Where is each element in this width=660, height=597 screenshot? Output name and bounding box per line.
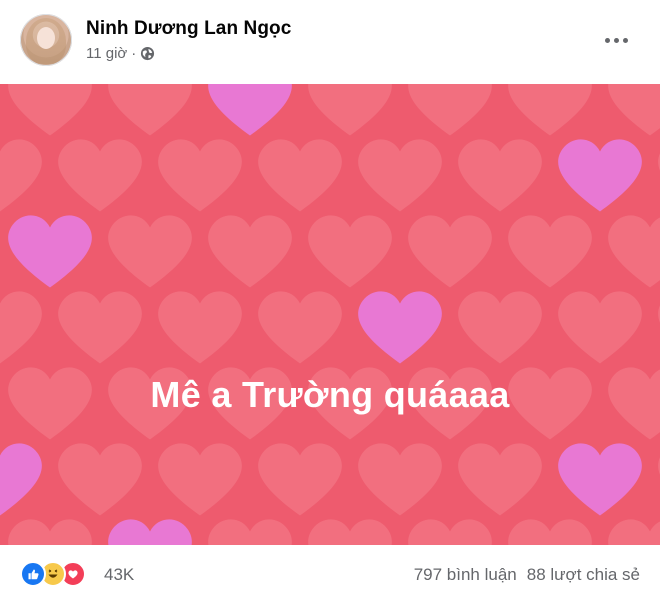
heart-shape: [208, 519, 292, 545]
heart-shape: [208, 84, 292, 136]
share-count[interactable]: 88 lượt chia sẻ: [527, 565, 640, 585]
meta-separator: ·: [131, 45, 137, 62]
like-icon: [20, 561, 46, 587]
post-header: Ninh Dương Lan Ngọc 11 giờ ·: [0, 0, 660, 84]
reaction-count[interactable]: 43K: [104, 565, 134, 585]
heart-shape: [558, 139, 642, 212]
post-text: Mê a Trường quáaaa: [150, 374, 510, 415]
heart-shape: [258, 139, 342, 212]
heart-shape: [608, 215, 660, 288]
heart-shape: [308, 84, 392, 136]
heart-shape: [158, 139, 242, 212]
post-time[interactable]: 11 giờ: [86, 45, 127, 62]
heart-shape: [258, 443, 342, 516]
reaction-icons[interactable]: [20, 561, 86, 587]
heart-shape: [608, 519, 660, 545]
heart-shape: [58, 291, 142, 364]
heart-shape: [58, 139, 142, 212]
heart-shape: [458, 291, 542, 364]
heart-shape: [408, 215, 492, 288]
heart-shape: [508, 84, 592, 136]
heart-shape: [158, 291, 242, 364]
heart-shape: [208, 215, 292, 288]
heart-shape: [508, 519, 592, 545]
author-name[interactable]: Ninh Dương Lan Ngọc: [86, 18, 291, 40]
heart-shape: [358, 139, 442, 212]
heart-shape: [308, 215, 392, 288]
heart-shape: [8, 215, 92, 288]
heart-shape: [358, 291, 442, 364]
heart-shape: [108, 215, 192, 288]
more-options-icon[interactable]: [598, 28, 634, 52]
post-stats: 797 bình luận 88 lượt chia sẻ: [414, 565, 640, 585]
heart-shape: [108, 519, 192, 545]
heart-shape: [8, 519, 92, 545]
heart-shape: [558, 443, 642, 516]
globe-icon: [140, 46, 155, 61]
heart-shape: [458, 139, 542, 212]
heart-shape: [408, 519, 492, 545]
heart-shape: [108, 84, 192, 136]
heart-shape: [158, 443, 242, 516]
heart-shape: [308, 519, 392, 545]
heart-shape: [358, 443, 442, 516]
heart-shape: [0, 291, 42, 364]
comment-count[interactable]: 797 bình luận: [414, 565, 517, 585]
post-background[interactable]: Mê a Trường quáaaa: [0, 84, 660, 545]
heart-shape: [0, 139, 42, 212]
heart-shape: [458, 443, 542, 516]
heart-shape: [558, 291, 642, 364]
heart-shape: [58, 443, 142, 516]
heart-shape: [508, 215, 592, 288]
heart-shape: [258, 291, 342, 364]
heart-shape: [8, 84, 92, 136]
heart-shape: [608, 84, 660, 136]
post-footer: 43K 797 bình luận 88 lượt chia sẻ: [0, 545, 660, 597]
hearts-pattern: [0, 84, 660, 545]
heart-shape: [408, 84, 492, 136]
heart-shape: [0, 443, 42, 516]
author-avatar[interactable]: [20, 14, 72, 66]
post-meta: 11 giờ ·: [86, 45, 155, 62]
